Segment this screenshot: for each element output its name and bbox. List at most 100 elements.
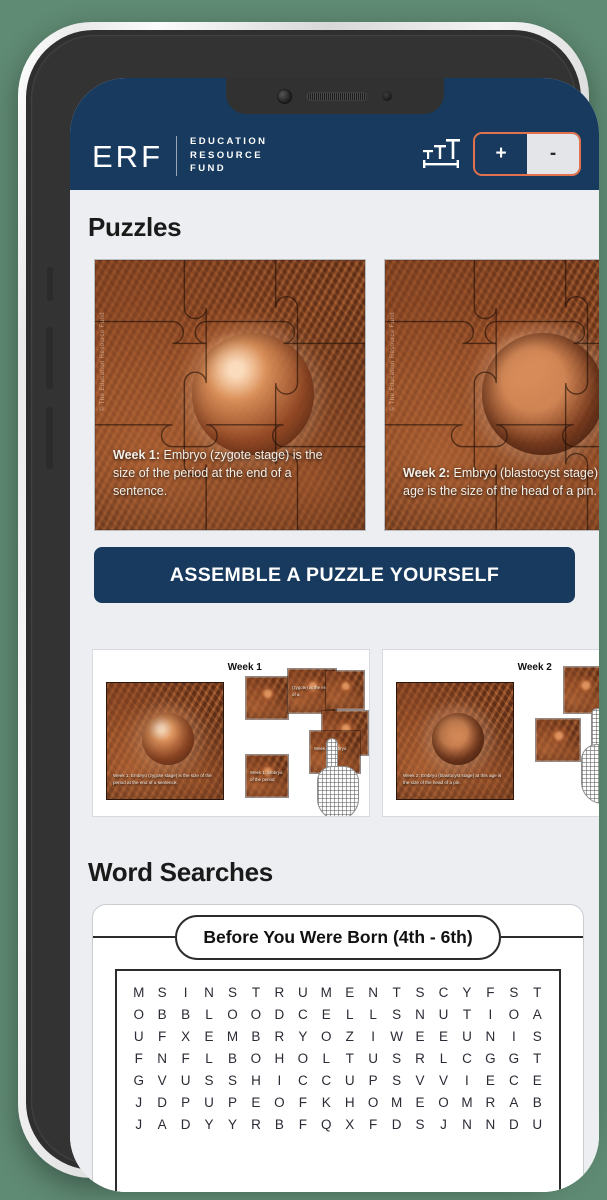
word-search-cell[interactable]: S — [150, 985, 173, 1000]
puzzle-piece[interactable] — [535, 718, 581, 762]
word-search-cell[interactable]: S — [385, 1073, 408, 1088]
word-search-cell[interactable]: U — [127, 1029, 150, 1044]
word-search-cell[interactable]: L — [338, 1007, 361, 1022]
word-search-cell[interactable]: P — [174, 1095, 197, 1110]
word-search-cell[interactable]: Y — [221, 1117, 244, 1132]
word-search-cell[interactable]: S — [408, 1117, 431, 1132]
word-search-cell[interactable]: M — [455, 1095, 478, 1110]
word-search-cell[interactable]: E — [408, 1095, 431, 1110]
word-search-cell[interactable]: R — [408, 1051, 431, 1066]
word-search-cell[interactable]: R — [244, 1117, 267, 1132]
word-search-cell[interactable]: V — [432, 1073, 455, 1088]
word-search-cell[interactable]: J — [432, 1117, 455, 1132]
word-search-cell[interactable]: S — [385, 1007, 408, 1022]
word-search-cell[interactable]: F — [150, 1029, 173, 1044]
word-search-cell[interactable]: M — [315, 985, 338, 1000]
puzzle-card-week-2[interactable]: © The Education Resource Fund Week 2: Em… — [384, 259, 599, 531]
word-search-cell[interactable]: I — [174, 985, 197, 1000]
word-search-cell[interactable]: N — [361, 985, 384, 1000]
word-search-cell[interactable]: G — [127, 1073, 150, 1088]
word-search-cell[interactable]: T — [385, 985, 408, 1000]
word-search-cell[interactable]: O — [221, 1007, 244, 1022]
word-search-cell[interactable]: C — [291, 1007, 314, 1022]
text-zoom-in-button[interactable]: + — [475, 134, 527, 174]
puzzle-piece[interactable] — [563, 666, 599, 714]
word-search-cell[interactable]: U — [197, 1095, 220, 1110]
word-search-cell[interactable]: J — [127, 1117, 150, 1132]
word-search-cell[interactable]: E — [197, 1029, 220, 1044]
word-search-cell[interactable]: B — [244, 1029, 267, 1044]
word-search-cell[interactable]: O — [268, 1095, 291, 1110]
word-search-cell[interactable]: S — [526, 1029, 549, 1044]
word-search-cell[interactable]: S — [197, 1073, 220, 1088]
word-search-cell[interactable]: U — [455, 1029, 478, 1044]
word-search-carousel[interactable]: Before You Were Born (4th - 6th) MSINSTR… — [70, 904, 599, 1192]
word-search-cell[interactable]: U — [361, 1051, 384, 1066]
word-search-cell[interactable]: X — [338, 1117, 361, 1132]
word-search-cell[interactable]: H — [268, 1051, 291, 1066]
word-search-cell[interactable]: T — [244, 985, 267, 1000]
word-search-cell[interactable]: B — [526, 1095, 549, 1110]
word-search-cell[interactable]: C — [502, 1073, 525, 1088]
word-search-cell[interactable]: T — [338, 1051, 361, 1066]
word-search-cell[interactable]: B — [221, 1051, 244, 1066]
word-search-cell[interactable]: D — [385, 1117, 408, 1132]
word-search-cell[interactable]: N — [197, 985, 220, 1000]
word-search-cell[interactable]: O — [361, 1095, 384, 1110]
puzzle-preview-week-2[interactable]: Week 2 Week 2: Embryo (blastocyst stage)… — [382, 649, 599, 817]
word-search-cell[interactable]: S — [221, 985, 244, 1000]
word-search-cell[interactable]: Y — [291, 1029, 314, 1044]
word-search-cell[interactable]: Y — [197, 1117, 220, 1132]
word-search-grid[interactable]: MSINSTRUMENTSCYFSTOBBLOODCELLSNUTIOAUFXE… — [115, 969, 561, 1192]
word-search-cell[interactable]: E — [338, 985, 361, 1000]
word-search-cell[interactable]: O — [432, 1095, 455, 1110]
word-search-cell[interactable]: W — [385, 1029, 408, 1044]
word-search-cell[interactable]: C — [315, 1073, 338, 1088]
word-search-cell[interactable]: P — [361, 1073, 384, 1088]
volume-up-button[interactable] — [46, 327, 53, 389]
puzzles-carousel[interactable]: © The Education Resource Fund Week 1: Em… — [70, 259, 599, 531]
word-search-cell[interactable]: L — [432, 1051, 455, 1066]
word-search-cell[interactable]: U — [174, 1073, 197, 1088]
word-search-cell[interactable]: C — [291, 1073, 314, 1088]
word-search-cell[interactable]: G — [479, 1051, 502, 1066]
puzzle-piece[interactable] — [325, 670, 365, 710]
word-search-cell[interactable]: L — [197, 1051, 220, 1066]
word-search-cell[interactable]: I — [361, 1029, 384, 1044]
word-search-cell[interactable]: F — [127, 1051, 150, 1066]
volume-down-button[interactable] — [46, 407, 53, 469]
word-search-cell[interactable]: C — [455, 1051, 478, 1066]
word-search-cell[interactable]: O — [244, 1007, 267, 1022]
word-search-cell[interactable]: B — [174, 1007, 197, 1022]
word-search-cell[interactable]: S — [385, 1051, 408, 1066]
puzzle-piece[interactable]: Week 1: Embryo of the period — [245, 754, 289, 798]
word-search-cell[interactable]: F — [479, 985, 502, 1000]
word-search-cell[interactable]: I — [455, 1073, 478, 1088]
word-search-cell[interactable]: Z — [338, 1029, 361, 1044]
word-search-cell[interactable]: D — [268, 1007, 291, 1022]
word-search-cell[interactable]: O — [502, 1007, 525, 1022]
word-search-cell[interactable]: F — [291, 1095, 314, 1110]
word-search-cell[interactable]: I — [502, 1029, 525, 1044]
word-search-cell[interactable]: P — [221, 1095, 244, 1110]
word-search-cell[interactable]: U — [291, 985, 314, 1000]
page-content[interactable]: Puzzles © The Education Resource Fund We… — [70, 190, 599, 1192]
word-search-cell[interactable]: L — [197, 1007, 220, 1022]
word-search-cell[interactable]: I — [479, 1007, 502, 1022]
word-search-cell[interactable]: B — [268, 1117, 291, 1132]
puzzle-piece[interactable] — [245, 676, 289, 720]
word-search-cell[interactable]: S — [221, 1073, 244, 1088]
word-search-cell[interactable]: N — [479, 1029, 502, 1044]
word-search-cell[interactable]: L — [315, 1051, 338, 1066]
word-search-cell[interactable]: A — [502, 1095, 525, 1110]
word-search-cell[interactable]: R — [268, 985, 291, 1000]
word-search-cell[interactable]: D — [502, 1117, 525, 1132]
word-search-cell[interactable]: A — [150, 1117, 173, 1132]
word-search-cell[interactable]: U — [338, 1073, 361, 1088]
word-search-cell[interactable]: N — [150, 1051, 173, 1066]
word-search-cell[interactable]: L — [361, 1007, 384, 1022]
word-search-cell[interactable]: E — [526, 1073, 549, 1088]
puzzle-preview-week-1[interactable]: Week 1 Week 1: Embryo (zygote stage) is … — [92, 649, 370, 817]
word-search-cell[interactable]: Y — [455, 985, 478, 1000]
word-search-cell[interactable]: E — [408, 1029, 431, 1044]
